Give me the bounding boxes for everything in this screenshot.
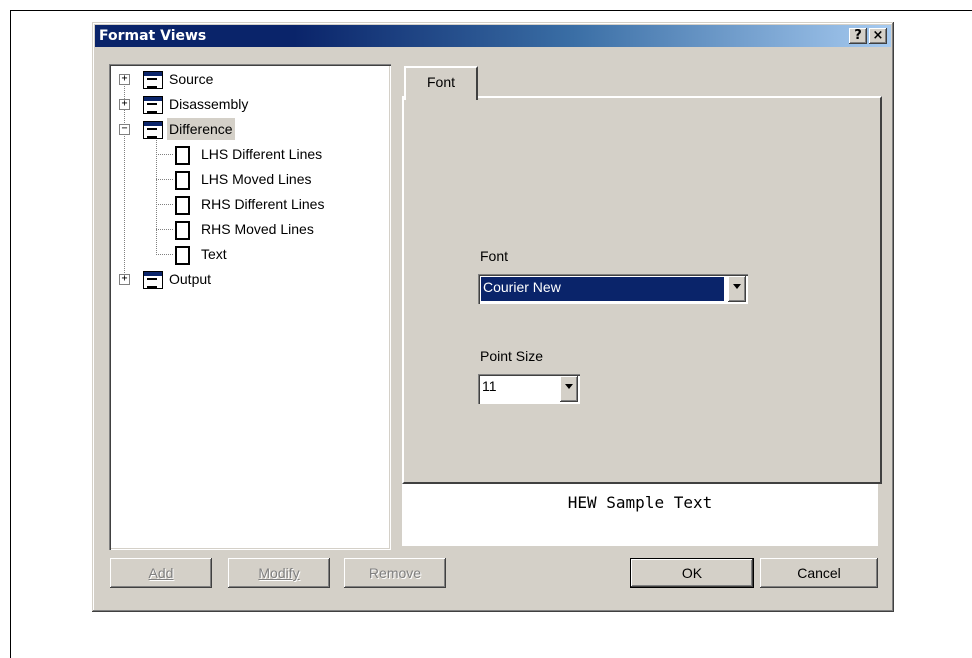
view-group-icon (143, 271, 163, 289)
document-icon (175, 146, 190, 165)
tree-item-label: RHS Different Lines (201, 196, 325, 212)
document-icon (175, 246, 190, 265)
tree-item-output[interactable]: + Output (109, 268, 379, 290)
chevron-down-icon[interactable] (728, 276, 746, 302)
tree-item-rhs-different-lines[interactable]: RHS Different Lines (109, 193, 379, 215)
tree-item-label: LHS Moved Lines (201, 171, 312, 187)
add-button-label: Add (148, 565, 174, 581)
font-preview: HEW Sample Text (402, 484, 878, 546)
font-tab-panel: Font Courier New Point Size 11 (402, 96, 882, 484)
font-label: Font (480, 248, 509, 264)
modify-button[interactable]: Modify (228, 558, 330, 588)
view-group-icon (143, 121, 163, 139)
point-size-label: Point Size (480, 348, 544, 364)
font-select-value: Courier New (481, 277, 724, 301)
expand-icon[interactable]: + (119, 74, 130, 85)
tree-item-lhs-moved-lines[interactable]: LHS Moved Lines (109, 168, 379, 190)
view-group-icon (143, 96, 163, 114)
point-size-value: 11 (482, 378, 497, 394)
tree-item-label: Output (169, 271, 212, 287)
close-button[interactable]: × (869, 28, 887, 44)
page-border-left (10, 10, 11, 658)
chevron-down-icon[interactable] (560, 376, 578, 402)
add-button[interactable]: Add (110, 558, 212, 588)
tree-item-source[interactable]: + Source (109, 68, 379, 90)
document-icon (175, 171, 190, 190)
tree-item-rhs-moved-lines[interactable]: RHS Moved Lines (109, 218, 379, 240)
tree-item-label: Source (169, 71, 214, 87)
tree-item-lhs-different-lines[interactable]: LHS Different Lines (109, 143, 379, 165)
point-size-select[interactable]: 11 (478, 374, 580, 404)
document-icon (175, 196, 190, 215)
expand-icon[interactable]: + (119, 274, 130, 285)
tree-item-difference[interactable]: − Difference (109, 118, 379, 140)
tree-item-label: LHS Different Lines (201, 146, 323, 162)
page-border-top (10, 10, 972, 11)
remove-button[interactable]: Remove (344, 558, 446, 588)
tree-item-text[interactable]: Text (109, 243, 379, 265)
tab-font[interactable]: Font (404, 66, 478, 100)
format-views-dialog: Format Views ? × + Source + Disassembly … (92, 22, 894, 612)
ok-button[interactable]: OK (630, 558, 754, 588)
collapse-icon[interactable]: − (119, 124, 130, 135)
title-bar[interactable]: Format Views ? × (95, 25, 891, 47)
modify-button-label: Modify (258, 565, 300, 581)
tree-item-label: Difference (167, 118, 235, 140)
document-icon (175, 221, 190, 240)
tree-item-label: RHS Moved Lines (201, 221, 314, 237)
view-group-icon (143, 71, 163, 89)
cancel-button[interactable]: Cancel (760, 558, 878, 588)
expand-icon[interactable]: + (119, 99, 130, 110)
tree-item-label: Disassembly (169, 96, 249, 112)
font-select[interactable]: Courier New (478, 274, 748, 304)
tree-item-label: Text (201, 246, 227, 262)
help-button[interactable]: ? (849, 28, 867, 44)
remove-button-label: Remove (368, 565, 422, 581)
tree-item-disassembly[interactable]: + Disassembly (109, 93, 379, 115)
views-tree[interactable]: + Source + Disassembly − Difference LHS … (109, 64, 391, 550)
window-title: Format Views (99, 28, 207, 44)
